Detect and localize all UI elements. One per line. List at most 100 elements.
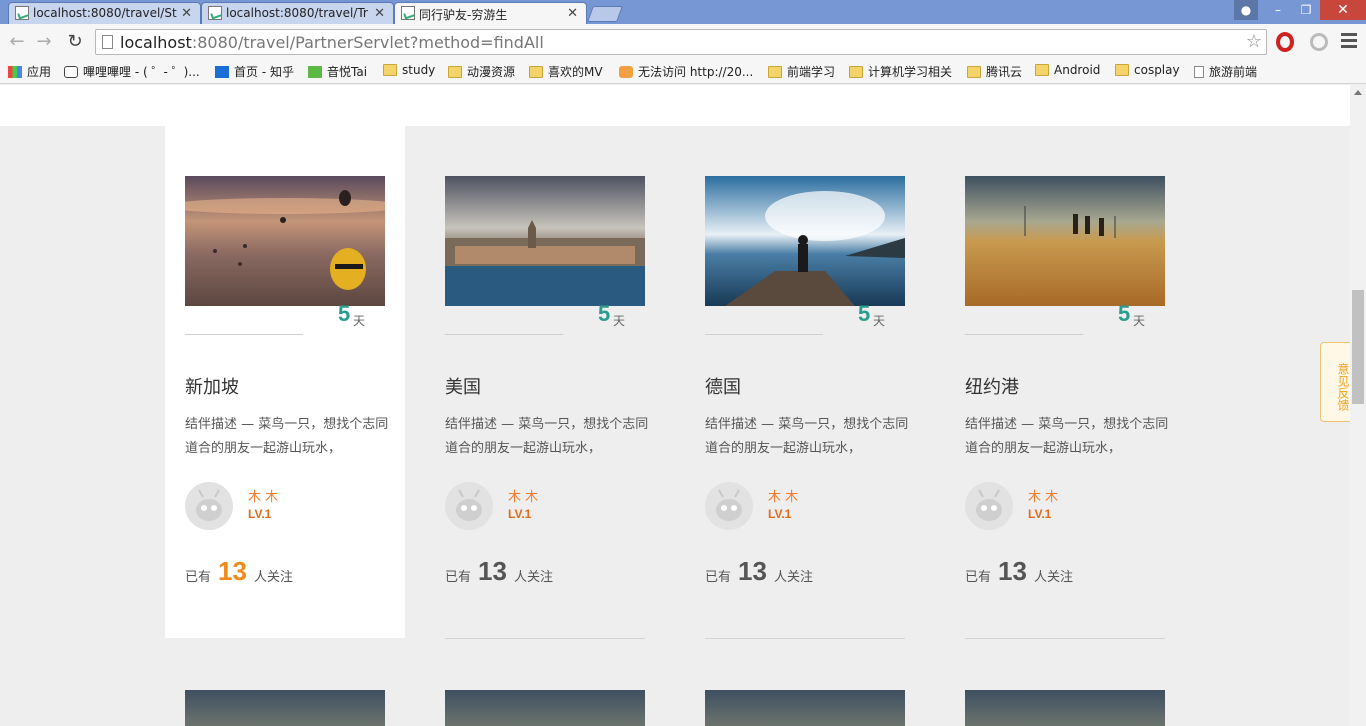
bookmark-frontend[interactable]: 前端学习 bbox=[768, 63, 835, 80]
follow-count: 13 bbox=[738, 556, 767, 586]
bookmark-yinyuetai[interactable]: 音悦Tai bbox=[308, 63, 367, 80]
divider bbox=[965, 638, 1165, 639]
destination-photo[interactable] bbox=[445, 176, 645, 306]
bookmark-zhihu[interactable]: 首页 - 知乎 bbox=[215, 63, 294, 80]
page-favicon-icon bbox=[15, 6, 29, 20]
address-url[interactable]: localhost:8080/travel/PartnerServlet?met… bbox=[120, 33, 544, 52]
destination-photo[interactable] bbox=[965, 690, 1165, 726]
bookmark-computer[interactable]: 计算机学习相关 bbox=[849, 63, 952, 80]
user-profile-icon[interactable]: ● bbox=[1234, 0, 1258, 20]
username[interactable]: 木 木 bbox=[768, 486, 798, 505]
tv-icon bbox=[64, 66, 78, 78]
page-icon bbox=[102, 35, 113, 49]
bookmark-cosplay[interactable]: cosplay bbox=[1115, 63, 1180, 77]
destination-photo[interactable] bbox=[185, 176, 385, 306]
bookmark-label: 嗶哩嗶哩 - ( ゜- ゜)... bbox=[83, 65, 200, 79]
destination-city[interactable]: 纽约港 bbox=[965, 373, 1019, 399]
destination-photo[interactable] bbox=[185, 690, 385, 726]
back-arrow-icon[interactable]: ← bbox=[6, 31, 28, 53]
url-host: localhost bbox=[120, 33, 192, 52]
tab-close-icon[interactable]: ✕ bbox=[374, 6, 385, 21]
vertical-scrollbar[interactable] bbox=[1350, 85, 1366, 726]
feedback-button[interactable]: 意见反馈 bbox=[1320, 342, 1350, 422]
tab-close-icon[interactable]: ✕ bbox=[567, 6, 578, 21]
partner-card[interactable]: 5 天 美国 结伴描述 — 菜鸟一只，想找个志同道合的朋友一起游山玩水， 木 木… bbox=[425, 126, 665, 639]
destination-photo[interactable] bbox=[965, 176, 1165, 306]
user-level: LV.1 bbox=[1028, 507, 1052, 521]
browser-tab-active[interactable]: 同行驴友-穷游生 ✕ bbox=[394, 2, 587, 24]
bookmark-bilibili[interactable]: 嗶哩嗶哩 - ( ゜- ゜)... bbox=[64, 63, 200, 80]
destination-city[interactable]: 美国 bbox=[445, 373, 481, 399]
reload-icon[interactable]: ↻ bbox=[64, 31, 86, 53]
username[interactable]: 木 木 bbox=[248, 486, 278, 505]
trip-days: 5 bbox=[858, 301, 871, 326]
tab-title: 同行驴友-穷游生 bbox=[419, 8, 508, 22]
browser-tab-1[interactable]: localhost:8080/travel/St ✕ bbox=[8, 2, 201, 24]
address-bar[interactable]: localhost:8080/travel/PartnerServlet?met… bbox=[95, 29, 1267, 55]
zhihu-icon bbox=[215, 66, 229, 78]
user-level: LV.1 bbox=[248, 507, 272, 521]
destination-photo[interactable] bbox=[445, 690, 645, 726]
partner-card[interactable]: 5 天 新加坡 结伴描述 — 菜鸟一只，想找个志同道合的朋友一起游山玩水， 木 … bbox=[165, 126, 405, 638]
partner-card[interactable]: 5 天 纽约港 结伴描述 — 菜鸟一只，想找个志同道合的朋友一起游山玩水， 木 … bbox=[945, 126, 1185, 639]
follow-prefix: 已有 bbox=[705, 570, 732, 585]
destination-photo[interactable] bbox=[705, 176, 905, 306]
divider bbox=[965, 334, 1083, 335]
trip-days: 5 bbox=[1118, 301, 1131, 326]
bookmark-tencent-cloud[interactable]: 腾讯云 bbox=[967, 63, 1022, 80]
username[interactable]: 木 木 bbox=[508, 486, 538, 505]
user-level: LV.1 bbox=[508, 507, 532, 521]
bookmark-star-icon[interactable]: ☆ bbox=[1246, 31, 1262, 52]
bookmark-label: 首页 - 知乎 bbox=[234, 65, 294, 79]
username[interactable]: 木 木 bbox=[1028, 486, 1058, 505]
folder-icon bbox=[448, 66, 462, 78]
partner-description: 结伴描述 — 菜鸟一只，想找个志同道合的朋友一起游山玩水， bbox=[185, 417, 389, 456]
extension-icon[interactable] bbox=[1310, 33, 1328, 51]
folder-icon bbox=[383, 64, 397, 76]
new-tab-button[interactable] bbox=[587, 6, 623, 22]
bookmark-android[interactable]: Android bbox=[1035, 63, 1100, 77]
bookmark-unreachable[interactable]: 无法访问 http://20... bbox=[619, 63, 753, 80]
restore-icon[interactable]: ❐ bbox=[1292, 0, 1320, 20]
bookmark-travel-frontend[interactable]: 旅游前端 bbox=[1194, 63, 1257, 80]
bookmark-label: 无法访问 http://20... bbox=[638, 65, 754, 79]
avatar[interactable] bbox=[445, 482, 493, 530]
close-window-icon[interactable]: ✕ bbox=[1320, 0, 1366, 20]
partner-description: 结伴描述 — 菜鸟一只，想找个志同道合的朋友一起游山玩水， bbox=[705, 417, 909, 456]
trip-days-unit: 天 bbox=[353, 314, 366, 328]
trip-days: 5 bbox=[598, 301, 611, 326]
follow-count: 13 bbox=[218, 556, 247, 586]
avatar[interactable] bbox=[965, 482, 1013, 530]
bookmark-apps[interactable]: 应用 bbox=[8, 63, 51, 80]
folder-icon bbox=[849, 66, 863, 78]
user-level: LV.1 bbox=[768, 507, 792, 521]
destination-photo[interactable] bbox=[705, 690, 905, 726]
bookmark-label: cosplay bbox=[1134, 63, 1180, 77]
avatar[interactable] bbox=[185, 482, 233, 530]
forward-arrow-icon[interactable]: → bbox=[33, 31, 55, 53]
browser-tab-2[interactable]: localhost:8080/travel/Tr ✕ bbox=[201, 2, 394, 24]
partner-card[interactable]: 5 天 德国 结伴描述 — 菜鸟一只，想找个志同道合的朋友一起游山玩水， 木 木… bbox=[685, 126, 925, 639]
trip-days: 5 bbox=[338, 301, 351, 326]
scroll-up-arrow-icon[interactable] bbox=[1354, 90, 1362, 95]
avatar[interactable] bbox=[705, 482, 753, 530]
bookmark-study[interactable]: study bbox=[383, 63, 435, 77]
scrollbar-thumb[interactable] bbox=[1352, 290, 1364, 404]
opera-extension-icon[interactable] bbox=[1276, 32, 1294, 52]
trip-days-unit: 天 bbox=[1133, 314, 1146, 328]
follow-suffix: 人关注 bbox=[514, 570, 554, 585]
folder-icon bbox=[529, 66, 543, 78]
follow-suffix: 人关注 bbox=[1034, 570, 1074, 585]
destination-city[interactable]: 新加坡 bbox=[185, 373, 239, 399]
partner-description: 结伴描述 — 菜鸟一只，想找个志同道合的朋友一起游山玩水， bbox=[445, 417, 649, 456]
destination-city[interactable]: 德国 bbox=[705, 373, 741, 399]
bookmark-anime[interactable]: 动漫资源 bbox=[448, 63, 515, 80]
tab-close-icon[interactable]: ✕ bbox=[181, 6, 192, 21]
folder-icon bbox=[768, 66, 782, 78]
browser-menu-icon[interactable] bbox=[1341, 33, 1357, 49]
bookmark-mv[interactable]: 喜欢的MV bbox=[529, 63, 603, 80]
header-area bbox=[0, 85, 1350, 126]
minimize-icon[interactable]: – bbox=[1264, 0, 1292, 20]
bookmark-label: 音悦Tai bbox=[327, 65, 368, 79]
url-path: :8080/travel/PartnerServlet?method=findA… bbox=[191, 33, 544, 52]
